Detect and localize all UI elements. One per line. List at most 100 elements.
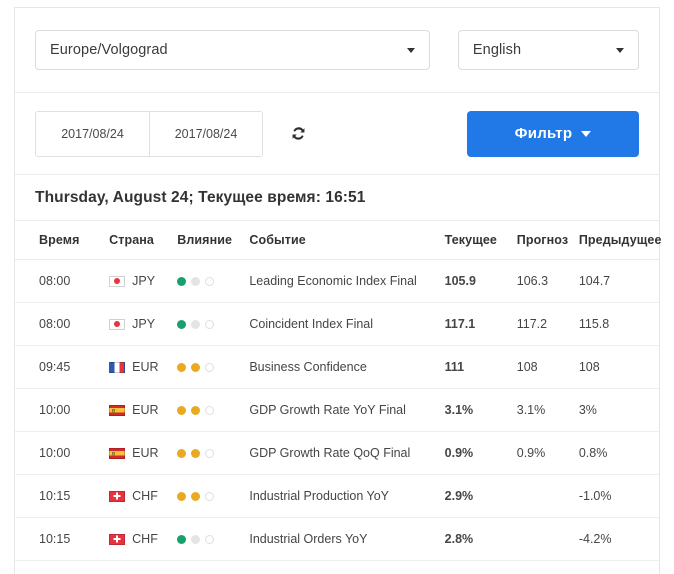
event-actual-value: 0.9% [444,431,517,475]
event-actual-value: 5.5% [444,560,517,574]
filter-button[interactable]: Фильтр [467,110,639,157]
table-row[interactable]: 08:00 JPY Leading Economic Index Final 105.… [15,259,659,303]
impact-dot-filled [177,534,187,544]
impact-dot-empty [205,319,215,329]
table-row[interactable]: 10:00 EUR GDP Growth Rate YoY Final 3.1% 3.1… [15,388,659,432]
event-impact [177,431,250,475]
impact-dot-empty [191,276,201,286]
settings-panel: Europe/Volgograd English [15,8,659,93]
event-name[interactable]: Industrial Orders YoY [249,517,445,561]
currency-code: EUR [132,446,159,460]
table-row[interactable]: 11:30HKD Imports YoY5.5% 10.4% [15,560,659,574]
impact-dots [177,534,249,544]
table-header-row: Время Страна Влияние Событие Текущее Про… [15,221,661,260]
timezone-select-value: Europe/Volgograd [50,42,168,58]
refresh-icon [292,127,304,140]
event-time: 10:15 [15,517,110,561]
event-forecast-value [516,474,579,518]
date-to-input[interactable]: 2017/08/24 [149,111,262,156]
event-actual-value: 117.1 [444,302,517,346]
impact-dot-empty [191,534,201,544]
country-cell: CHF [109,532,177,546]
impact-dot-filled [177,448,187,458]
event-country: HKD [109,560,178,574]
table-row[interactable]: 09:45 EUR Business Confidence 111 108 108 [15,345,659,389]
event-forecast-value: 3.1% [516,388,579,432]
refresh-button[interactable] [285,121,311,147]
event-previous-value: -1.0% [578,474,659,518]
event-previous-value: 115.8 [578,302,659,346]
event-name[interactable]: Business Confidence [249,345,445,389]
table-row[interactable]: 10:00 EUR GDP Growth Rate QoQ Final 0.9% 0.9… [15,431,659,475]
event-impact [177,259,250,303]
impact-dots [177,319,249,329]
event-previous-value: 10.4% [578,560,659,574]
event-time: 08:00 [15,302,110,346]
event-name[interactable]: Industrial Production YoY [249,474,445,518]
economic-calendar-widget: Europe/Volgograd English 2017/08/24 2017… [0,0,674,574]
event-name[interactable]: GDP Growth Rate YoY Final [249,388,445,432]
event-name[interactable]: Imports YoY [249,560,445,574]
impact-dot-filled [177,319,187,329]
table-row[interactable]: 08:00 JPY Coincident Index Final 117.1 117.2… [15,302,659,346]
event-previous-value: 0.8% [578,431,659,475]
event-country: CHF [109,517,178,561]
event-name[interactable]: GDP Growth Rate QoQ Final [249,431,445,475]
event-forecast-value: 0.9% [516,431,579,475]
impact-dot-empty [205,448,215,458]
column-header-event: Событие [249,221,445,260]
event-forecast-value: 106.3 [516,259,579,303]
impact-dot-filled [191,448,201,458]
impact-dot-filled [177,276,187,286]
event-name[interactable]: Coincident Index Final [249,302,445,346]
country-cell: EUR [109,403,177,417]
event-country: CHF [109,474,178,518]
flag-jp-icon [109,275,126,287]
table-row[interactable]: 10:15 CHF Industrial Orders YoY 2.8% -4.2% [15,517,659,561]
event-previous-value: 104.7 [578,259,659,303]
impact-dots [177,405,249,415]
table-row[interactable]: 10:15 CHF Industrial Production YoY 2.9% -1.… [15,474,659,518]
flag-es-icon [109,404,126,416]
impact-dot-empty [205,534,215,544]
filter-button-label: Фильтр [514,125,573,142]
event-actual-value: 111 [444,345,517,389]
calendar-card: Europe/Volgograd English 2017/08/24 2017… [14,7,661,574]
event-actual-value: 2.8% [444,517,517,561]
currency-code: EUR [132,403,159,417]
event-impact [177,388,250,432]
chevron-down-icon [616,48,624,53]
currency-code: CHF [132,489,158,503]
flag-ch-icon [109,533,126,545]
impact-dots [177,362,249,372]
event-country: EUR [109,345,178,389]
day-heading: Thursday, August 24; Текущее время: 16:5… [35,189,366,206]
event-country: JPY [109,302,178,346]
flag-es-icon [109,447,126,459]
country-cell: CHF [109,489,177,503]
event-name[interactable]: Leading Economic Index Final [249,259,445,303]
language-select-value: English [472,42,522,58]
event-time: 10:15 [15,474,110,518]
event-forecast-value [516,517,579,561]
column-header-time: Время [15,221,110,260]
column-header-actual: Текущее [444,221,517,260]
event-impact [177,517,250,561]
column-header-previous: Предыдущее [578,221,661,260]
impact-dot-empty [205,276,215,286]
event-impact [177,560,250,574]
timezone-select[interactable]: Europe/Volgograd [35,30,430,70]
chevron-down-icon [406,48,415,53]
language-select[interactable]: English [457,30,639,70]
event-country: EUR [109,388,178,432]
event-forecast-value: 108 [516,345,579,389]
impact-dot-filled [191,491,201,501]
impact-dot-empty [205,491,215,501]
impact-dot-filled [177,362,187,372]
date-from-input[interactable]: 2017/08/24 [36,111,149,156]
event-time: 10:00 [15,388,110,432]
events-table-body: 08:00 JPY Leading Economic Index Final 105.… [15,259,659,574]
country-cell: EUR [109,446,177,460]
event-actual-value: 3.1% [444,388,517,432]
impact-dot-filled [191,362,201,372]
